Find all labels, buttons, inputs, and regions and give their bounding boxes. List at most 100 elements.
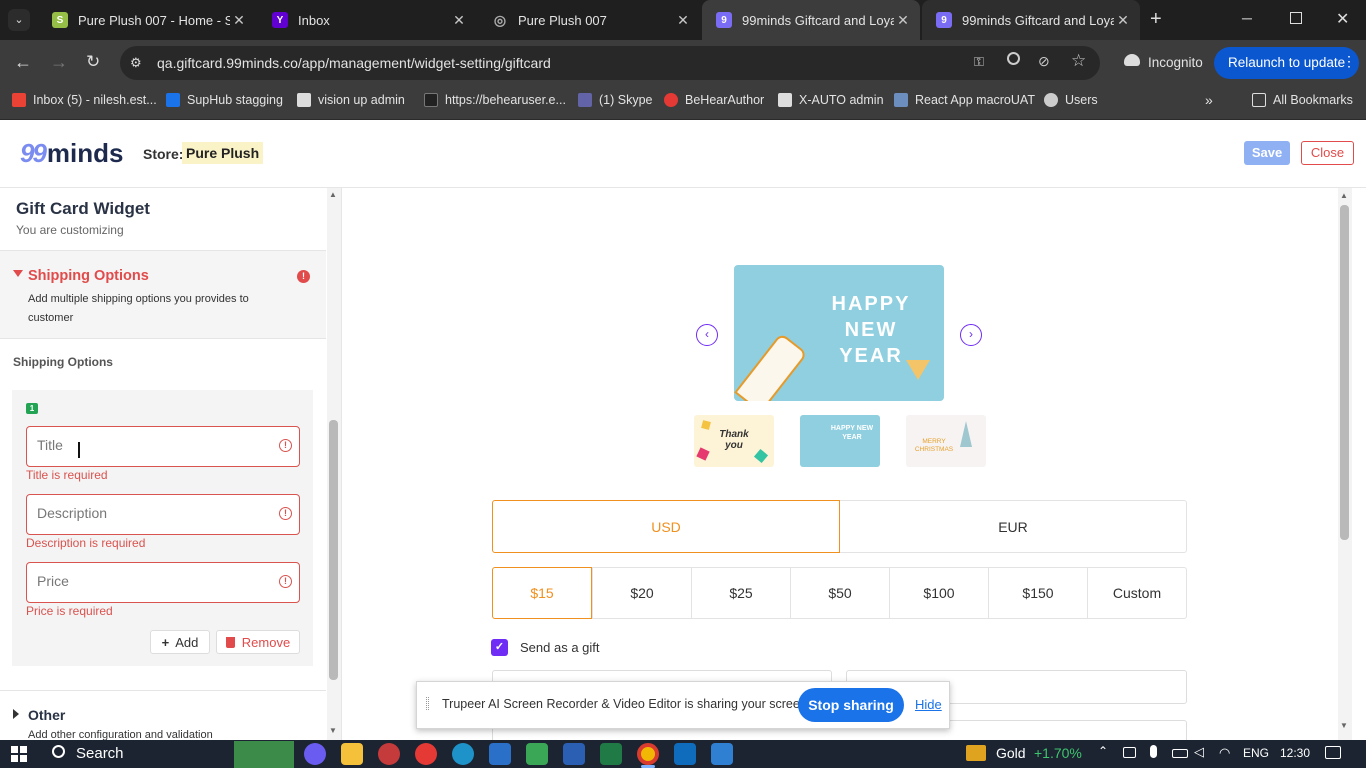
- amount-custom[interactable]: Custom: [1087, 567, 1187, 619]
- send-as-gift-checkbox[interactable]: ✓: [491, 639, 508, 656]
- mail-app-icon[interactable]: [489, 743, 511, 765]
- incognito-label[interactable]: Incognito: [1148, 55, 1203, 70]
- save-button[interactable]: Save: [1244, 141, 1290, 165]
- back-arrow-icon[interactable]: ←: [14, 52, 32, 73]
- bookmark-gmail[interactable]: Inbox (5) - nilesh.est...: [12, 84, 157, 116]
- preview-scroll-down-icon[interactable]: ▼: [1340, 721, 1348, 730]
- word-icon[interactable]: [563, 743, 585, 765]
- browser-tab-shopify[interactable]: S Pure Plush 007 - Home - Sho ✕: [38, 0, 256, 40]
- chevron-up-icon[interactable]: ⌃: [1098, 744, 1108, 758]
- panel-scroll-down-icon[interactable]: ▼: [329, 726, 337, 735]
- browser-tab-inbox[interactable]: Y Inbox ✕: [258, 0, 476, 40]
- bookmark-skype[interactable]: (1) Skype: [578, 84, 653, 116]
- minimize-window-icon[interactable]: ─: [1242, 10, 1252, 26]
- close-window-icon[interactable]: ✕: [1336, 9, 1349, 29]
- taskbar-search-icon[interactable]: [52, 745, 65, 758]
- remove-option-button[interactable]: Remove: [216, 630, 300, 654]
- edge-icon[interactable]: [452, 743, 474, 765]
- 99minds-logo[interactable]: 99 minds: [20, 138, 124, 169]
- sticky-app-icon[interactable]: [526, 743, 548, 765]
- bookmarks-overflow-icon[interactable]: »: [1205, 84, 1213, 116]
- panel-scrollbar-thumb[interactable]: [329, 420, 338, 680]
- price-field[interactable]: !: [26, 562, 300, 603]
- opera-taskbar-icon[interactable]: [415, 743, 437, 765]
- speaker-icon[interactable]: ◁: [1194, 744, 1204, 760]
- bookmark-behearauthor[interactable]: BeHearAuthor: [664, 84, 764, 116]
- bookmark-users[interactable]: Users: [1044, 84, 1098, 116]
- browser-tab-99minds[interactable]: 9 99minds Giftcard and Loyalt ✕: [922, 0, 1140, 40]
- currency-usd[interactable]: USD: [492, 500, 840, 553]
- preview-scroll-up-icon[interactable]: ▲: [1340, 191, 1348, 200]
- section-title[interactable]: Shipping Options: [28, 268, 149, 284]
- battery-icon[interactable]: [1172, 749, 1188, 758]
- bookmark-star-icon[interactable]: ☆: [1071, 51, 1086, 71]
- thumb-merry-christmas[interactable]: MERRY CHRISTMAS: [906, 415, 986, 467]
- hide-share-bar-link[interactable]: Hide: [915, 697, 942, 712]
- bookmark-suphub[interactable]: SupHub stagging: [166, 84, 283, 116]
- bookmark-behearuser[interactable]: https://behearuser.e...: [424, 84, 566, 116]
- taskbar-search-label[interactable]: Search: [76, 745, 124, 762]
- send-as-gift-label[interactable]: Send as a gift: [520, 640, 600, 655]
- prev-card-arrow[interactable]: ‹: [696, 324, 718, 346]
- remote-desktop-icon[interactable]: [711, 743, 733, 765]
- stock-name[interactable]: Gold: [996, 745, 1026, 761]
- copilot-icon[interactable]: [304, 743, 326, 765]
- forward-arrow-icon[interactable]: →: [50, 52, 68, 73]
- amount-100[interactable]: $100: [889, 567, 988, 619]
- amount-15[interactable]: $15: [492, 567, 592, 619]
- browser-tab-99minds-active[interactable]: 9 99minds Giftcard and Loyalt ✕: [702, 0, 920, 40]
- new-tab-button[interactable]: +: [1150, 8, 1162, 30]
- bookmark-react-app[interactable]: React App macroUAT: [894, 84, 1035, 116]
- chrome-dev-icon[interactable]: [378, 743, 400, 765]
- browser-tab-pure-plush[interactable]: ◎ Pure Plush 007 ✕: [478, 0, 700, 40]
- notification-icon[interactable]: [1325, 746, 1341, 759]
- currency-eur[interactable]: EUR: [840, 500, 1187, 553]
- bookmark-vision-up[interactable]: vision up admin: [297, 84, 405, 116]
- menu-kebab-icon[interactable]: ⋮: [1342, 53, 1356, 70]
- selected-card-image[interactable]: HAPPY NEW YEAR: [734, 265, 944, 401]
- all-bookmarks[interactable]: All Bookmarks: [1252, 84, 1353, 116]
- camera-icon[interactable]: [1123, 747, 1136, 758]
- eye-off-icon[interactable]: ⊘: [1038, 53, 1050, 70]
- reload-icon[interactable]: ↻: [86, 52, 100, 72]
- bookmark-x-auto[interactable]: X-AUTO admin: [778, 84, 884, 116]
- chrome-icon[interactable]: [637, 743, 659, 765]
- zoom-magnifier-icon[interactable]: [1007, 52, 1020, 65]
- url-text[interactable]: qa.giftcard.99minds.co/app/management/wi…: [157, 55, 551, 71]
- amount-150[interactable]: $150: [988, 567, 1087, 619]
- landscape-widget-icon[interactable]: [234, 741, 294, 768]
- description-input[interactable]: [37, 495, 267, 531]
- tab-search-button[interactable]: ⌄: [8, 9, 30, 31]
- price-input[interactable]: [37, 563, 267, 599]
- caret-down-icon[interactable]: [13, 270, 23, 277]
- description-field[interactable]: !: [26, 494, 300, 535]
- close-tab-icon[interactable]: ✕: [450, 12, 468, 29]
- wifi-icon[interactable]: ◠: [1219, 745, 1230, 761]
- title-input[interactable]: [37, 427, 267, 463]
- drag-handle-icon[interactable]: [426, 697, 429, 710]
- windows-start-icon[interactable]: [11, 746, 27, 762]
- close-tab-icon[interactable]: ✕: [674, 12, 692, 29]
- stop-sharing-button[interactable]: Stop sharing: [798, 688, 904, 722]
- caret-right-icon[interactable]: [13, 709, 19, 719]
- outlook-icon[interactable]: [674, 743, 696, 765]
- amount-50[interactable]: $50: [790, 567, 889, 619]
- microphone-icon[interactable]: [1150, 745, 1157, 758]
- close-tab-icon[interactable]: ✕: [894, 12, 912, 29]
- excel-icon[interactable]: [600, 743, 622, 765]
- thumb-thank-you[interactable]: Thank you: [694, 415, 774, 467]
- site-info-icon[interactable]: ⚙: [130, 55, 146, 71]
- amount-20[interactable]: $20: [592, 567, 691, 619]
- add-option-button[interactable]: + Add: [150, 630, 210, 654]
- close-tab-icon[interactable]: ✕: [1114, 12, 1132, 29]
- amount-25[interactable]: $25: [691, 567, 790, 619]
- preview-scrollbar-thumb[interactable]: [1340, 205, 1349, 540]
- language-indicator[interactable]: ENG: [1243, 746, 1269, 760]
- file-explorer-icon[interactable]: [341, 743, 363, 765]
- panel-scroll-up-icon[interactable]: ▲: [329, 190, 337, 199]
- next-card-arrow[interactable]: ›: [960, 324, 982, 346]
- restore-window-icon[interactable]: [1290, 12, 1302, 24]
- thumb-happy-new-year[interactable]: HAPPY NEW YEAR: [800, 415, 880, 467]
- password-key-icon[interactable]: ⚿: [974, 54, 984, 70]
- other-section-title[interactable]: Other: [28, 707, 65, 723]
